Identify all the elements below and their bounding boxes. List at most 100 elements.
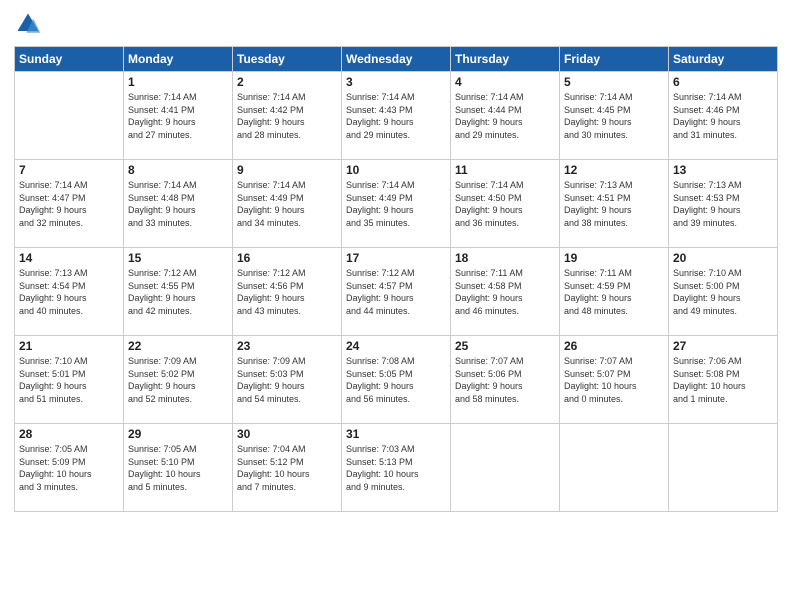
calendar-cell: 29 Sunrise: 7:05 AM Sunset: 5:10 PM Dayli… — [124, 424, 233, 512]
weekday-header-monday: Monday — [124, 47, 233, 72]
day-number: 23 — [237, 339, 337, 353]
day-info: Sunrise: 7:14 AM Sunset: 4:47 PM Dayligh… — [19, 179, 119, 229]
calendar-cell: 22 Sunrise: 7:09 AM Sunset: 5:02 PM Dayli… — [124, 336, 233, 424]
day-info: Sunrise: 7:13 AM Sunset: 4:54 PM Dayligh… — [19, 267, 119, 317]
calendar-cell: 26 Sunrise: 7:07 AM Sunset: 5:07 PM Dayli… — [560, 336, 669, 424]
logo-icon — [14, 10, 42, 38]
day-info: Sunrise: 7:11 AM Sunset: 4:58 PM Dayligh… — [455, 267, 555, 317]
calendar-cell — [560, 424, 669, 512]
week-row-4: 21 Sunrise: 7:10 AM Sunset: 5:01 PM Dayli… — [15, 336, 778, 424]
day-info: Sunrise: 7:05 AM Sunset: 5:10 PM Dayligh… — [128, 443, 228, 493]
day-number: 28 — [19, 427, 119, 441]
day-info: Sunrise: 7:05 AM Sunset: 5:09 PM Dayligh… — [19, 443, 119, 493]
day-number: 14 — [19, 251, 119, 265]
day-number: 22 — [128, 339, 228, 353]
weekday-header-friday: Friday — [560, 47, 669, 72]
day-info: Sunrise: 7:14 AM Sunset: 4:41 PM Dayligh… — [128, 91, 228, 141]
day-info: Sunrise: 7:07 AM Sunset: 5:07 PM Dayligh… — [564, 355, 664, 405]
day-number: 8 — [128, 163, 228, 177]
calendar-cell: 7 Sunrise: 7:14 AM Sunset: 4:47 PM Daylig… — [15, 160, 124, 248]
calendar-table: SundayMondayTuesdayWednesdayThursdayFrid… — [14, 46, 778, 512]
day-number: 10 — [346, 163, 446, 177]
calendar-cell: 28 Sunrise: 7:05 AM Sunset: 5:09 PM Dayli… — [15, 424, 124, 512]
day-number: 4 — [455, 75, 555, 89]
day-info: Sunrise: 7:04 AM Sunset: 5:12 PM Dayligh… — [237, 443, 337, 493]
header — [14, 10, 778, 38]
week-row-1: 1Sunrise: 7:14 AM Sunset: 4:41 PM Daylig… — [15, 72, 778, 160]
day-number: 26 — [564, 339, 664, 353]
calendar-cell: 25Sunrise: 7:07 AM Sunset: 5:06 PM Dayli… — [451, 336, 560, 424]
calendar-cell: 19 Sunrise: 7:11 AM Sunset: 4:59 PM Dayli… — [560, 248, 669, 336]
day-info: Sunrise: 7:11 AM Sunset: 4:59 PM Dayligh… — [564, 267, 664, 317]
week-row-5: 28 Sunrise: 7:05 AM Sunset: 5:09 PM Dayli… — [15, 424, 778, 512]
weekday-header-thursday: Thursday — [451, 47, 560, 72]
day-number: 5 — [564, 75, 664, 89]
day-info: Sunrise: 7:14 AM Sunset: 4:43 PM Dayligh… — [346, 91, 446, 141]
day-number: 21 — [19, 339, 119, 353]
day-info: Sunrise: 7:14 AM Sunset: 4:46 PM Dayligh… — [673, 91, 773, 141]
calendar-cell: 2 Sunrise: 7:14 AM Sunset: 4:42 PM Daylig… — [233, 72, 342, 160]
calendar-cell — [451, 424, 560, 512]
day-number: 18 — [455, 251, 555, 265]
calendar-cell: 14 Sunrise: 7:13 AM Sunset: 4:54 PM Dayli… — [15, 248, 124, 336]
weekday-header-saturday: Saturday — [669, 47, 778, 72]
day-number: 16 — [237, 251, 337, 265]
day-info: Sunrise: 7:14 AM Sunset: 4:49 PM Dayligh… — [346, 179, 446, 229]
day-info: Sunrise: 7:10 AM Sunset: 5:01 PM Dayligh… — [19, 355, 119, 405]
day-info: Sunrise: 7:12 AM Sunset: 4:57 PM Dayligh… — [346, 267, 446, 317]
calendar-cell: 8 Sunrise: 7:14 AM Sunset: 4:48 PM Daylig… — [124, 160, 233, 248]
day-number: 29 — [128, 427, 228, 441]
day-info: Sunrise: 7:06 AM Sunset: 5:08 PM Dayligh… — [673, 355, 773, 405]
calendar-cell — [15, 72, 124, 160]
logo — [14, 10, 46, 38]
day-info: Sunrise: 7:13 AM Sunset: 4:51 PM Dayligh… — [564, 179, 664, 229]
day-info: Sunrise: 7:09 AM Sunset: 5:02 PM Dayligh… — [128, 355, 228, 405]
day-number: 2 — [237, 75, 337, 89]
day-number: 7 — [19, 163, 119, 177]
calendar-cell: 4 Sunrise: 7:14 AM Sunset: 4:44 PM Daylig… — [451, 72, 560, 160]
day-number: 20 — [673, 251, 773, 265]
calendar-cell: 5Sunrise: 7:14 AM Sunset: 4:45 PM Daylig… — [560, 72, 669, 160]
day-info: Sunrise: 7:14 AM Sunset: 4:48 PM Dayligh… — [128, 179, 228, 229]
weekday-header-sunday: Sunday — [15, 47, 124, 72]
day-number: 31 — [346, 427, 446, 441]
day-number: 25 — [455, 339, 555, 353]
calendar-cell: 1Sunrise: 7:14 AM Sunset: 4:41 PM Daylig… — [124, 72, 233, 160]
day-number: 30 — [237, 427, 337, 441]
calendar-cell: 16Sunrise: 7:12 AM Sunset: 4:56 PM Dayli… — [233, 248, 342, 336]
calendar-cell: 27 Sunrise: 7:06 AM Sunset: 5:08 PM Dayli… — [669, 336, 778, 424]
weekday-header-wednesday: Wednesday — [342, 47, 451, 72]
day-info: Sunrise: 7:14 AM Sunset: 4:44 PM Dayligh… — [455, 91, 555, 141]
day-number: 15 — [128, 251, 228, 265]
weekday-header-tuesday: Tuesday — [233, 47, 342, 72]
day-number: 3 — [346, 75, 446, 89]
calendar-cell — [669, 424, 778, 512]
day-info: Sunrise: 7:14 AM Sunset: 4:50 PM Dayligh… — [455, 179, 555, 229]
day-info: Sunrise: 7:13 AM Sunset: 4:53 PM Dayligh… — [673, 179, 773, 229]
day-number: 27 — [673, 339, 773, 353]
day-info: Sunrise: 7:03 AM Sunset: 5:13 PM Dayligh… — [346, 443, 446, 493]
day-number: 19 — [564, 251, 664, 265]
day-number: 11 — [455, 163, 555, 177]
week-row-3: 14 Sunrise: 7:13 AM Sunset: 4:54 PM Dayli… — [15, 248, 778, 336]
day-number: 9 — [237, 163, 337, 177]
page: SundayMondayTuesdayWednesdayThursdayFrid… — [0, 0, 792, 612]
calendar-cell: 31 Sunrise: 7:03 AM Sunset: 5:13 PM Dayli… — [342, 424, 451, 512]
calendar-cell: 30 Sunrise: 7:04 AM Sunset: 5:12 PM Dayli… — [233, 424, 342, 512]
day-info: Sunrise: 7:09 AM Sunset: 5:03 PM Dayligh… — [237, 355, 337, 405]
calendar-cell: 6 Sunrise: 7:14 AM Sunset: 4:46 PM Daylig… — [669, 72, 778, 160]
week-row-2: 7 Sunrise: 7:14 AM Sunset: 4:47 PM Daylig… — [15, 160, 778, 248]
day-number: 6 — [673, 75, 773, 89]
calendar-cell: 23 Sunrise: 7:09 AM Sunset: 5:03 PM Dayli… — [233, 336, 342, 424]
day-number: 13 — [673, 163, 773, 177]
calendar-cell: 18 Sunrise: 7:11 AM Sunset: 4:58 PM Dayli… — [451, 248, 560, 336]
calendar-cell: 15 Sunrise: 7:12 AM Sunset: 4:55 PM Dayli… — [124, 248, 233, 336]
calendar-cell: 24Sunrise: 7:08 AM Sunset: 5:05 PM Dayli… — [342, 336, 451, 424]
day-info: Sunrise: 7:14 AM Sunset: 4:42 PM Dayligh… — [237, 91, 337, 141]
day-number: 12 — [564, 163, 664, 177]
weekday-header-row: SundayMondayTuesdayWednesdayThursdayFrid… — [15, 47, 778, 72]
day-info: Sunrise: 7:08 AM Sunset: 5:05 PM Dayligh… — [346, 355, 446, 405]
day-info: Sunrise: 7:12 AM Sunset: 4:55 PM Dayligh… — [128, 267, 228, 317]
calendar-cell: 12 Sunrise: 7:13 AM Sunset: 4:51 PM Dayli… — [560, 160, 669, 248]
calendar-cell: 9Sunrise: 7:14 AM Sunset: 4:49 PM Daylig… — [233, 160, 342, 248]
